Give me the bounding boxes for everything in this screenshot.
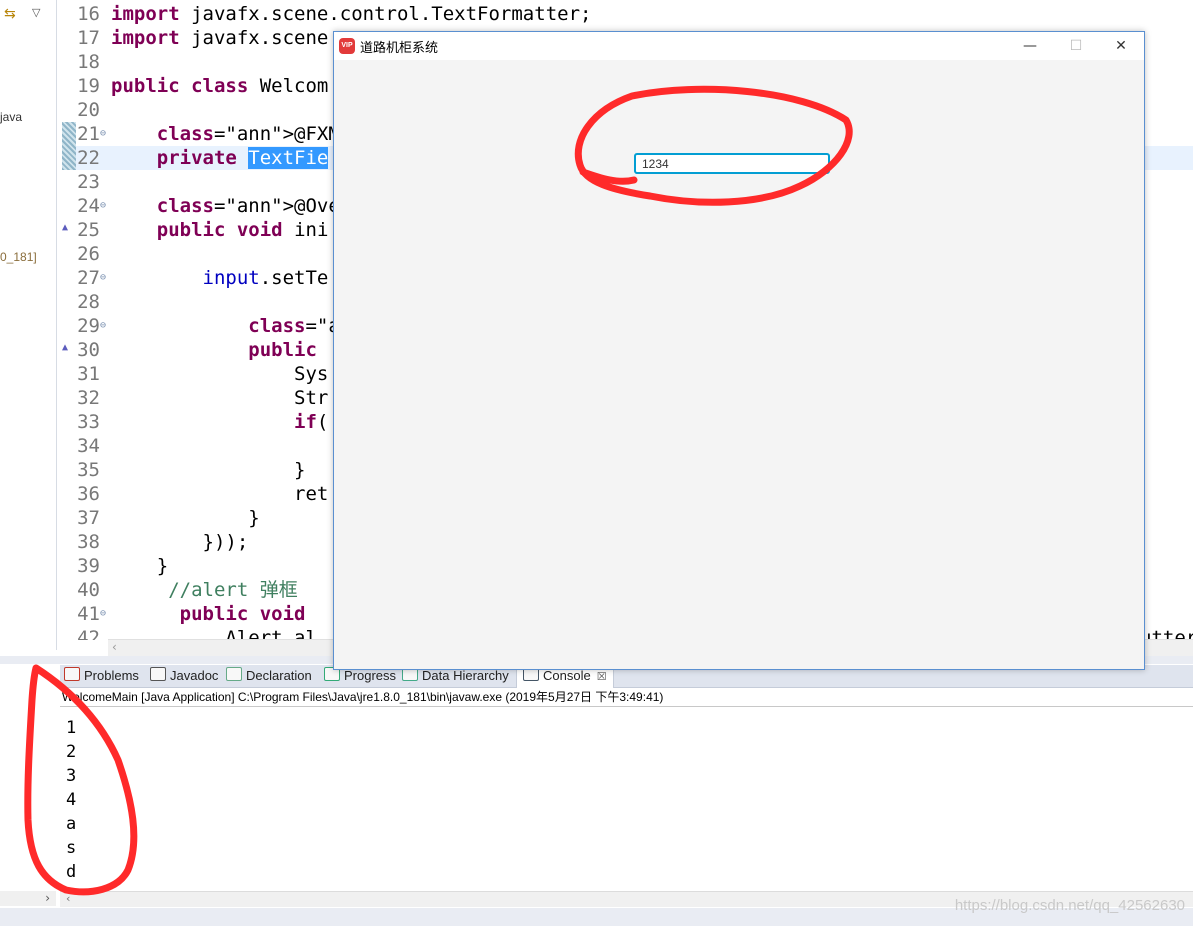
explorer-horizontal-scrollbar[interactable]: › [0, 891, 56, 906]
line-number: 42 [77, 627, 100, 640]
code-text: //alert 弹框 [111, 579, 298, 601]
code-line[interactable]: 16 import javafx.scene.control.TextFormat… [62, 2, 1193, 26]
code-text: Alert al [111, 627, 317, 640]
console-divider [60, 706, 1193, 707]
close-button[interactable]: ✕ [1098, 32, 1144, 60]
tab-label: Problems [84, 668, 139, 683]
tab-javadoc[interactable]: Javadoc [150, 665, 218, 687]
explorer-fragment[interactable]: 0_181] [0, 250, 37, 264]
problems-icon [64, 667, 80, 681]
code-text: private TextFie [156, 147, 329, 169]
text-input[interactable] [634, 153, 830, 174]
window-content [334, 60, 1144, 669]
tab-label: Console [543, 668, 591, 683]
line-number: 36 [77, 483, 100, 505]
line-number: 18 [77, 51, 100, 73]
app-logo-icon: VIP [339, 38, 355, 54]
line-number: 20 [77, 99, 100, 121]
line-number: 39 [77, 555, 100, 577]
code-text: import javafx.scene.control.TextFormatte… [111, 3, 592, 25]
code-text: Sys [111, 363, 329, 385]
line-number: 40 [77, 579, 100, 601]
window-titlebar[interactable]: VIP 道路机柜系统 — ☐ ✕ [334, 32, 1144, 60]
code-text: public void [179, 603, 306, 625]
code-text: public void ini [156, 219, 329, 241]
line-number: 35 [77, 459, 100, 481]
line-number: 33 [77, 411, 100, 433]
window-title: 道路机柜系统 [360, 41, 439, 56]
line-number: 31 [77, 363, 100, 385]
line-number: 32 [77, 387, 100, 409]
tab-declaration[interactable]: Declaration [226, 665, 312, 687]
tab-label: Javadoc [170, 668, 219, 683]
at-icon [150, 667, 166, 681]
line-number: 24 [77, 195, 100, 217]
fold-toggle-icon[interactable]: ⊖ [100, 266, 106, 290]
declaration-icon [226, 667, 242, 681]
code-text-fragment: utter [1140, 627, 1193, 640]
fold-toggle-icon[interactable]: ⊖ [100, 194, 106, 218]
line-number: 19 [77, 75, 100, 97]
console-line: 2 [66, 742, 77, 762]
close-tab-icon[interactable]: ☒ [597, 671, 607, 683]
line-number: 16 [77, 3, 100, 25]
package-explorer-pane: ⇆ ▽ java 0_181] [0, 0, 57, 650]
code-text: import javafx.scene [111, 27, 329, 49]
code-text: Str [111, 387, 329, 409]
code-text: public class Welcom [111, 75, 329, 97]
code-text: } [111, 507, 260, 529]
tab-problems[interactable]: Problems [64, 665, 139, 687]
code-text: class="ann">@FXML [156, 123, 352, 145]
line-number: 41 [77, 603, 100, 625]
explorer-fragment[interactable]: java [0, 110, 22, 124]
quick-diff-marker [62, 122, 76, 170]
view-menu-chevron-icon[interactable]: ▽ [32, 6, 40, 19]
scroll-left-arrow-icon[interactable]: ‹ [66, 892, 70, 905]
javafx-window[interactable]: VIP 道路机柜系统 — ☐ ✕ [333, 31, 1145, 670]
watermark: https://blog.csdn.net/qq_42562630 [954, 897, 1185, 914]
console-line: s [66, 838, 77, 858]
line-number: 37 [77, 507, 100, 529]
minimize-button[interactable]: — [1007, 32, 1053, 60]
code-text: input.setTe [202, 267, 329, 289]
code-text: public [248, 339, 317, 361]
code-text: } [111, 555, 169, 577]
line-number: 34 [77, 435, 100, 457]
fold-toggle-icon[interactable]: ⊖ [100, 602, 106, 626]
console-line: 1 [66, 718, 77, 738]
line-number: 29 [77, 315, 100, 337]
code-text: if( [294, 411, 329, 433]
line-number: 27 [77, 267, 100, 289]
line-number: 23 [77, 171, 100, 193]
tab-label: Declaration [246, 668, 312, 683]
code-text: ret [111, 483, 329, 505]
override-marker-icon: ▲ [62, 342, 69, 353]
console-launch-header: WelcomeMain [Java Application] C:\Progra… [62, 690, 664, 704]
link-editor-icon[interactable]: ⇆ [4, 6, 16, 22]
line-number: 28 [77, 291, 100, 313]
tab-label: Data Hierarchy [422, 668, 509, 683]
maximize-button[interactable]: ☐ [1053, 32, 1099, 60]
console-line: 3 [66, 766, 77, 786]
code-text: })); [111, 531, 249, 553]
override-marker-icon: ▲ [62, 222, 69, 233]
fold-toggle-icon[interactable]: ⊖ [100, 314, 106, 338]
line-number: 38 [77, 531, 100, 553]
scroll-left-arrow-icon[interactable]: ‹ [112, 640, 117, 654]
console-output[interactable]: 1 2 3 4 asd [66, 716, 76, 884]
console-line: 4 [66, 790, 77, 810]
console-line: a [66, 814, 77, 834]
console-line: d [66, 862, 77, 882]
line-number: 26 [77, 243, 100, 265]
scroll-right-arrow-icon[interactable]: › [45, 891, 50, 905]
tab-label: Progress [344, 668, 397, 683]
line-number: 17 [77, 27, 100, 49]
fold-toggle-icon[interactable]: ⊖ [100, 122, 106, 146]
code-text: } [111, 459, 306, 481]
